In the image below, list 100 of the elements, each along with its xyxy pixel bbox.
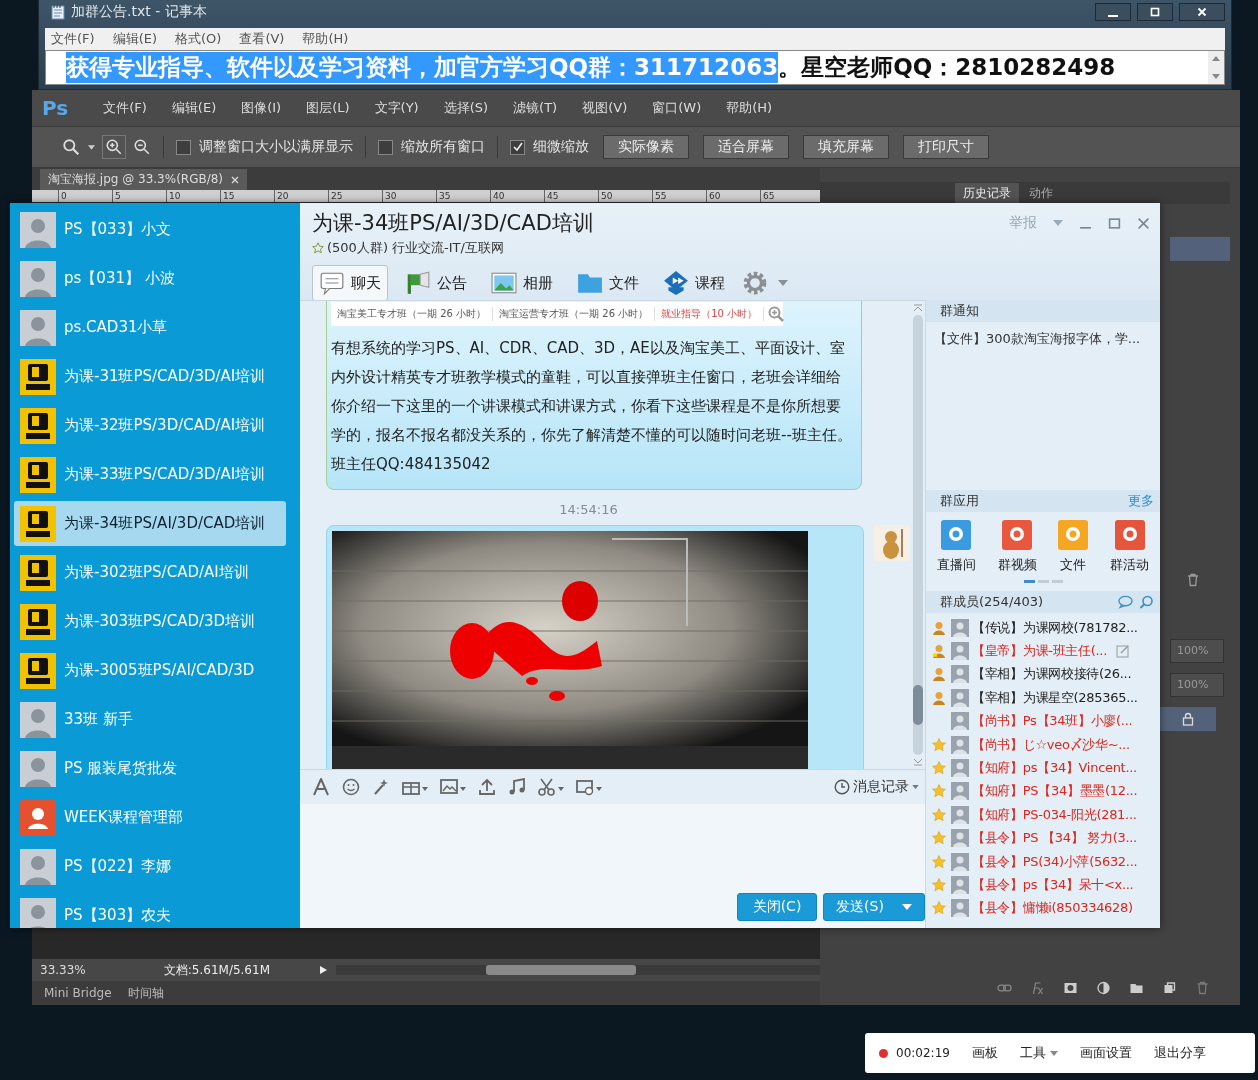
scroll-bottom-icon[interactable] <box>913 758 923 766</box>
settings-icon[interactable] <box>742 270 768 296</box>
panel-tab[interactable]: Mini Bridge <box>44 986 112 1000</box>
scroll-top-icon[interactable] <box>913 304 923 312</box>
member-name[interactable]: 【尚书】じ☆veo〆沙华~... <box>972 735 1130 754</box>
adjustment-icon[interactable] <box>1096 981 1111 995</box>
minimize-button[interactable] <box>1095 3 1131 21</box>
chat-tab[interactable]: 公告 <box>398 265 474 301</box>
chat-tab[interactable]: 聊天 <box>312 265 388 301</box>
panel-tab[interactable]: 时间轴 <box>127 984 164 1002</box>
magic-wand-icon[interactable] <box>372 778 390 796</box>
contact-item[interactable]: 为课-3005班PS/AI/CAD/3D <box>14 648 286 693</box>
menu-item[interactable]: 窗口(W) <box>652 99 702 117</box>
opacity-field[interactable]: 100% <box>1170 639 1224 663</box>
edit-icon[interactable] <box>1115 644 1130 659</box>
member-name[interactable]: 【县令】慵懒i(850334628) <box>972 899 1133 918</box>
close-icon[interactable] <box>1137 216 1150 230</box>
member-name[interactable]: 【传说】为课网校(781782... <box>972 618 1138 637</box>
caret-icon[interactable] <box>778 280 788 286</box>
member-name[interactable]: 【宰相】为课星空(285365... <box>972 688 1138 707</box>
maximize-button[interactable] <box>1137 3 1173 21</box>
checkbox[interactable] <box>176 139 191 155</box>
member-name[interactable]: 【皇帝】为课-班主任(... <box>972 642 1107 661</box>
contact-item[interactable]: PS【022】李娜 <box>14 844 286 889</box>
screen-share-icon[interactable] <box>576 778 602 796</box>
toolbar-item[interactable]: 退出分享 <box>1153 1044 1206 1062</box>
contact-item[interactable]: ps【031】 小波 <box>14 256 286 301</box>
toolbar-item[interactable]: 画板 <box>971 1044 998 1062</box>
menu-item[interactable]: 图像(I) <box>241 99 282 117</box>
menu-item[interactable]: 编辑(E) <box>171 99 217 117</box>
contact-item[interactable]: 为课-32班PS/3D/CAD/AI培训 <box>14 403 286 448</box>
contact-item[interactable]: PS 服装尾货批发 <box>14 746 286 791</box>
scrollbar[interactable] <box>336 965 820 975</box>
contact-item[interactable]: PS【303】农夫 <box>14 893 286 928</box>
member-name[interactable]: 【县令】PS 【34】 努力(3... <box>972 829 1137 848</box>
panel-tab[interactable]: 动作 <box>1021 183 1061 204</box>
notice-text[interactable]: 【文件】300款淘宝海报字体，学... <box>926 322 1160 490</box>
member-name[interactable]: 【知府】PS【34】墨墨(12... <box>972 782 1138 801</box>
panel-tab[interactable]: 历史记录 <box>955 183 1019 204</box>
member-name[interactable]: 【宰相】为课网校接待(26... <box>972 665 1132 684</box>
close-button[interactable]: 关闭(C) <box>737 893 817 921</box>
contact-item[interactable]: WEEK课程管理部 <box>14 795 286 840</box>
app-shortcut[interactable]: 群活动 <box>1110 520 1150 574</box>
menu-item[interactable]: 视图(V) <box>582 99 628 117</box>
effects-icon[interactable] <box>1030 981 1045 995</box>
zoom-out-icon[interactable] <box>133 138 151 156</box>
scroll-thumb[interactable] <box>486 965 636 975</box>
checkbox[interactable] <box>378 139 393 155</box>
option-button[interactable]: 适合屏幕 <box>703 135 789 159</box>
scroll-up-icon[interactable] <box>1212 56 1220 61</box>
chat-tab[interactable]: 相册 <box>484 265 560 301</box>
contact-item[interactable]: 为课-31班PS/CAD/3D/AI培训 <box>14 354 286 399</box>
menu-item[interactable]: 滤镜(T) <box>513 99 558 117</box>
zoom-icon[interactable] <box>62 138 80 156</box>
app-shortcut[interactable]: 文件 <box>1058 520 1089 574</box>
toolbar-item[interactable]: 工具 <box>1019 1044 1058 1062</box>
scrollbar[interactable] <box>1208 51 1224 84</box>
text-area[interactable]: 获得专业指导、软件以及学习资料，加官方学习QQ群：311712063。星空老师QQ：2810282498 <box>45 50 1225 85</box>
contact-item[interactable]: 33班 新手 <box>14 697 286 742</box>
menu-item[interactable]: 查看(V) <box>239 30 285 48</box>
menu-item[interactable]: 格式(O) <box>175 30 222 48</box>
toolbar-item[interactable]: 画面设置 <box>1079 1044 1132 1062</box>
play-icon[interactable] <box>318 965 328 975</box>
menu-item[interactable]: 文件(F) <box>103 99 147 117</box>
mask-icon[interactable] <box>1063 981 1078 995</box>
trash-icon[interactable] <box>1186 573 1200 587</box>
contact-item[interactable]: 为课-34班PS/AI/3D/CAD培训 <box>14 501 286 546</box>
caret-icon[interactable] <box>1053 220 1063 226</box>
member-name[interactable]: 【县令】PS(34)小萍(5632... <box>972 852 1138 871</box>
option-button[interactable]: 填充屏幕 <box>803 135 889 159</box>
maximize-icon[interactable] <box>1108 216 1121 230</box>
font-icon[interactable] <box>312 778 330 796</box>
smiley-icon[interactable] <box>342 778 360 796</box>
member-name[interactable]: 【知府】PS-034-阳光(281... <box>972 805 1137 824</box>
contact-item[interactable]: 为课-302班PS/CAD/AI培训 <box>14 550 286 595</box>
opacity-field[interactable]: 100% <box>1170 673 1224 697</box>
option-button[interactable]: 打印尺寸 <box>903 135 989 159</box>
member-name[interactable]: 【知府】ps【34】Vincent... <box>972 759 1137 778</box>
zoom-in-icon[interactable] <box>103 136 125 158</box>
app-shortcut[interactable]: 直播间 <box>936 520 976 574</box>
chat-bubble-icon[interactable] <box>1118 595 1133 609</box>
menu-item[interactable]: 帮助(H) <box>726 99 773 117</box>
scissors-icon[interactable] <box>538 778 564 796</box>
close-button[interactable] <box>1179 3 1225 21</box>
scroll-thumb[interactable] <box>913 685 923 725</box>
menu-item[interactable]: 图层(L) <box>306 99 350 117</box>
scroll-down-icon[interactable] <box>1212 74 1220 79</box>
send-button[interactable]: 发送(S) <box>823 893 925 921</box>
contact-item[interactable]: 为课-33班PS/CAD/3D/AI培训 <box>14 452 286 497</box>
contact-item[interactable]: PS【033】小文 <box>14 207 286 252</box>
contact-item[interactable]: ps.CAD31小草 <box>14 305 286 350</box>
member-name[interactable]: 【尚书】Ps【34班】小廖(... <box>972 712 1133 731</box>
member-name[interactable]: 【县令】ps【34】呆十<x... <box>972 876 1134 894</box>
image-icon[interactable] <box>440 778 466 796</box>
new-layer-icon[interactable] <box>1162 981 1177 995</box>
document-tab[interactable]: 淘宝海报.jpg @ 33.3%(RGB/8) <box>40 169 248 190</box>
search-icon[interactable] <box>1139 595 1154 609</box>
menu-item[interactable]: 编辑(E) <box>112 30 157 48</box>
menu-item[interactable]: 选择(S) <box>443 99 489 117</box>
message-input[interactable]: 关闭(C) 发送(S) <box>300 804 925 928</box>
